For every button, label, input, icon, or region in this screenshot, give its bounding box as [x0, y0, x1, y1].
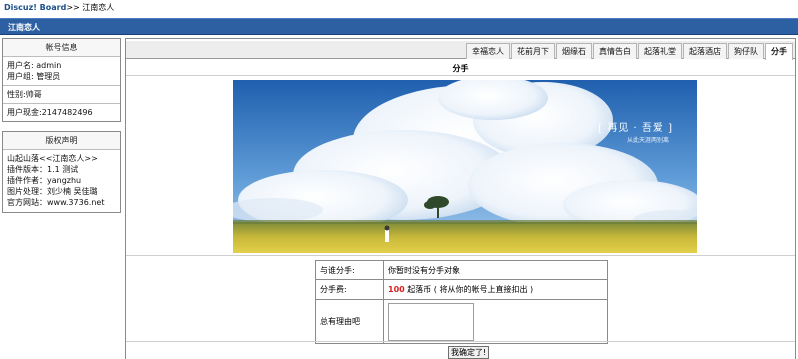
breadcrumb-home-link[interactable]: Discuz! Board — [4, 3, 66, 12]
account-info-panel: 帐号信息 用户名: admin 用户组: 管理员 性别:帅哥 用户现金:2147… — [2, 38, 121, 122]
tab-wedding-hall[interactable]: 起落礼堂 — [638, 43, 682, 59]
section-title: 分手 — [126, 62, 795, 76]
account-info-title: 帐号信息 — [3, 39, 120, 57]
tab-confession[interactable]: 真情告白 — [593, 43, 637, 59]
partner-label: 与谁分手: — [315, 260, 384, 280]
user-group-text: 用户组: 管理员 — [7, 72, 61, 81]
tab-happy-lovers[interactable]: 幸福恋人 — [466, 43, 510, 59]
cash-text: 用户现金:2147482496 — [7, 108, 93, 117]
tab-moonlight[interactable]: 花前月下 — [511, 43, 555, 59]
breadcrumb-current: 江南恋人 — [82, 3, 115, 12]
username-text: 用户名: admin — [7, 61, 62, 70]
gender-text: 性别:帅哥 — [7, 90, 42, 99]
left-sidebar: 帐号信息 用户名: admin 用户组: 管理员 性别:帅哥 用户现金:2147… — [2, 38, 121, 222]
forum-title: 江南恋人 — [8, 23, 40, 32]
tab-bar: 幸福恋人 花前月下 烟缘石 真情告白 起落礼堂 起落酒店 狗仔队 分手 — [126, 41, 795, 60]
copyright-title: 版权声明 — [3, 132, 120, 150]
copyright-line: 插件版本：1.1 测试 — [7, 165, 79, 174]
banner-subtitle: 从此天涯两别离 — [626, 137, 669, 144]
reason-textarea[interactable] — [388, 302, 474, 341]
divider — [126, 341, 795, 342]
fee-amount: 100 — [388, 285, 405, 294]
reason-cell — [383, 299, 608, 344]
breadcrumb: Discuz! Board>> 江南恋人 — [4, 2, 114, 14]
partner-value: 你暂时没有分手对象 — [383, 260, 608, 280]
banner-image: [ 再见 · 吾爱 ] 从此天涯两别离 — [233, 80, 697, 253]
banner-landscape — [233, 80, 697, 253]
forum-title-bar: 江南恋人 — [0, 18, 798, 35]
breakup-form: 与谁分手: 你暂时没有分手对象 分手费: 100 起落币 ( 将从你的帐号上直接… — [315, 260, 608, 344]
copyright-panel: 版权声明 山起山落<<江南恋人>> 插件版本：1.1 测试 插件作者：yangz… — [2, 131, 121, 213]
tab-hotel[interactable]: 起落酒店 — [683, 43, 727, 59]
divider — [126, 255, 795, 256]
tab-paparazzi[interactable]: 狗仔队 — [728, 43, 764, 59]
copyright-line: 山起山落<<江南恋人>> — [7, 154, 98, 163]
copyright-line: 插件作者：yangzhu — [7, 176, 82, 185]
tab-list: 幸福恋人 花前月下 烟缘石 真情告白 起落礼堂 起落酒店 狗仔队 分手 — [465, 43, 793, 60]
fee-label: 分手费: — [315, 279, 384, 300]
fee-description: 起落币 ( 将从你的帐号上直接扣出 ) — [404, 285, 534, 294]
banner-title: [ 再见 · 吾爱 ] — [598, 123, 673, 134]
confirm-button[interactable]: 我确定了! — [448, 346, 490, 359]
copyright-line: 图片处理：刘少楠 吴佳璐 — [7, 187, 98, 196]
reason-label: 总有理由吧 — [315, 299, 384, 344]
tab-breakup[interactable]: 分手 — [765, 43, 793, 60]
breadcrumb-separator: >> — [66, 3, 80, 12]
main-content: 幸福恋人 花前月下 烟缘石 真情告白 起落礼堂 起落酒店 狗仔队 分手 分手 [… — [125, 38, 796, 359]
tab-fate-stone[interactable]: 烟缘石 — [556, 43, 592, 59]
copyright-line: 官方网站：www.3736.net — [7, 198, 105, 207]
fee-cell: 100 起落币 ( 将从你的帐号上直接扣出 ) — [383, 279, 608, 300]
